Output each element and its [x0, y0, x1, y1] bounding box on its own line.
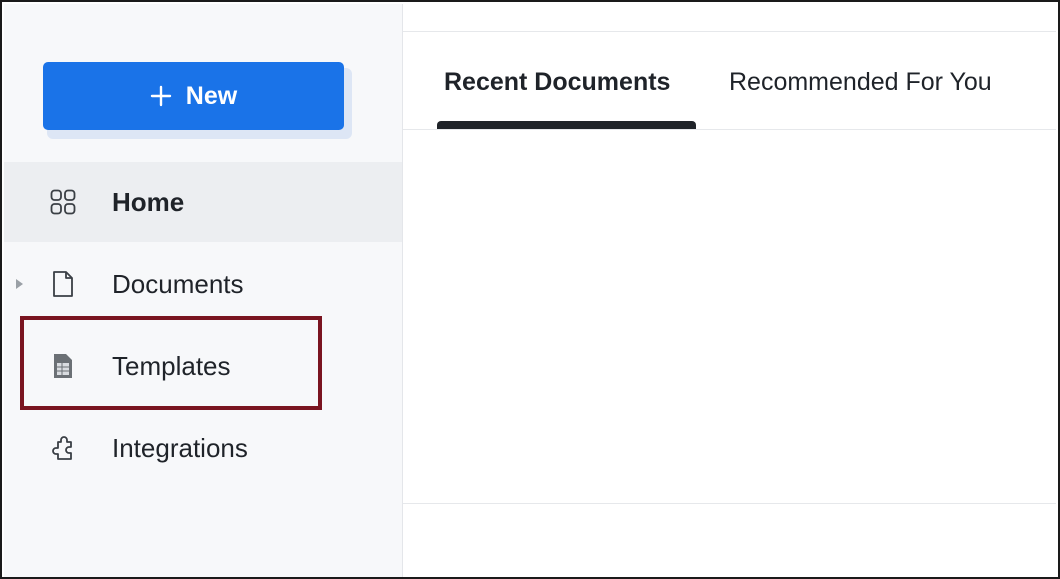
sidebar-item-label: Integrations — [112, 432, 248, 463]
grid-icon — [48, 187, 78, 217]
sidebar-item-integrations[interactable]: Integrations — [4, 408, 402, 488]
app-window: New Home Documents Templates Integration… — [0, 0, 1060, 579]
sidebar-item-label: Home — [112, 186, 185, 217]
active-tab-indicator — [437, 121, 696, 129]
content-divider — [403, 503, 1056, 504]
sidebar-item-label: Documents — [112, 268, 244, 299]
sidebar-item-home[interactable]: Home — [4, 162, 402, 242]
new-button[interactable]: New — [43, 62, 344, 130]
main-content: Recent Documents Recommended For You — [403, 4, 1056, 575]
caret-right-icon[interactable] — [14, 278, 24, 290]
sidebar-item-templates[interactable]: Templates — [4, 326, 402, 406]
sidebar: New Home Documents Templates Integration… — [4, 4, 403, 577]
tab-bar: Recent Documents Recommended For You — [403, 32, 1056, 130]
document-icon — [48, 269, 78, 299]
new-button-container: New — [43, 62, 352, 139]
sidebar-item-label: Templates — [112, 350, 231, 381]
new-button-label: New — [185, 81, 238, 110]
template-icon — [48, 351, 78, 381]
sidebar-item-documents[interactable]: Documents — [4, 244, 402, 324]
puzzle-icon — [48, 433, 78, 463]
tab-recommended-for-you[interactable]: Recommended For You — [729, 68, 992, 97]
tab-recent-documents[interactable]: Recent Documents — [444, 68, 670, 97]
plus-icon — [150, 85, 171, 107]
